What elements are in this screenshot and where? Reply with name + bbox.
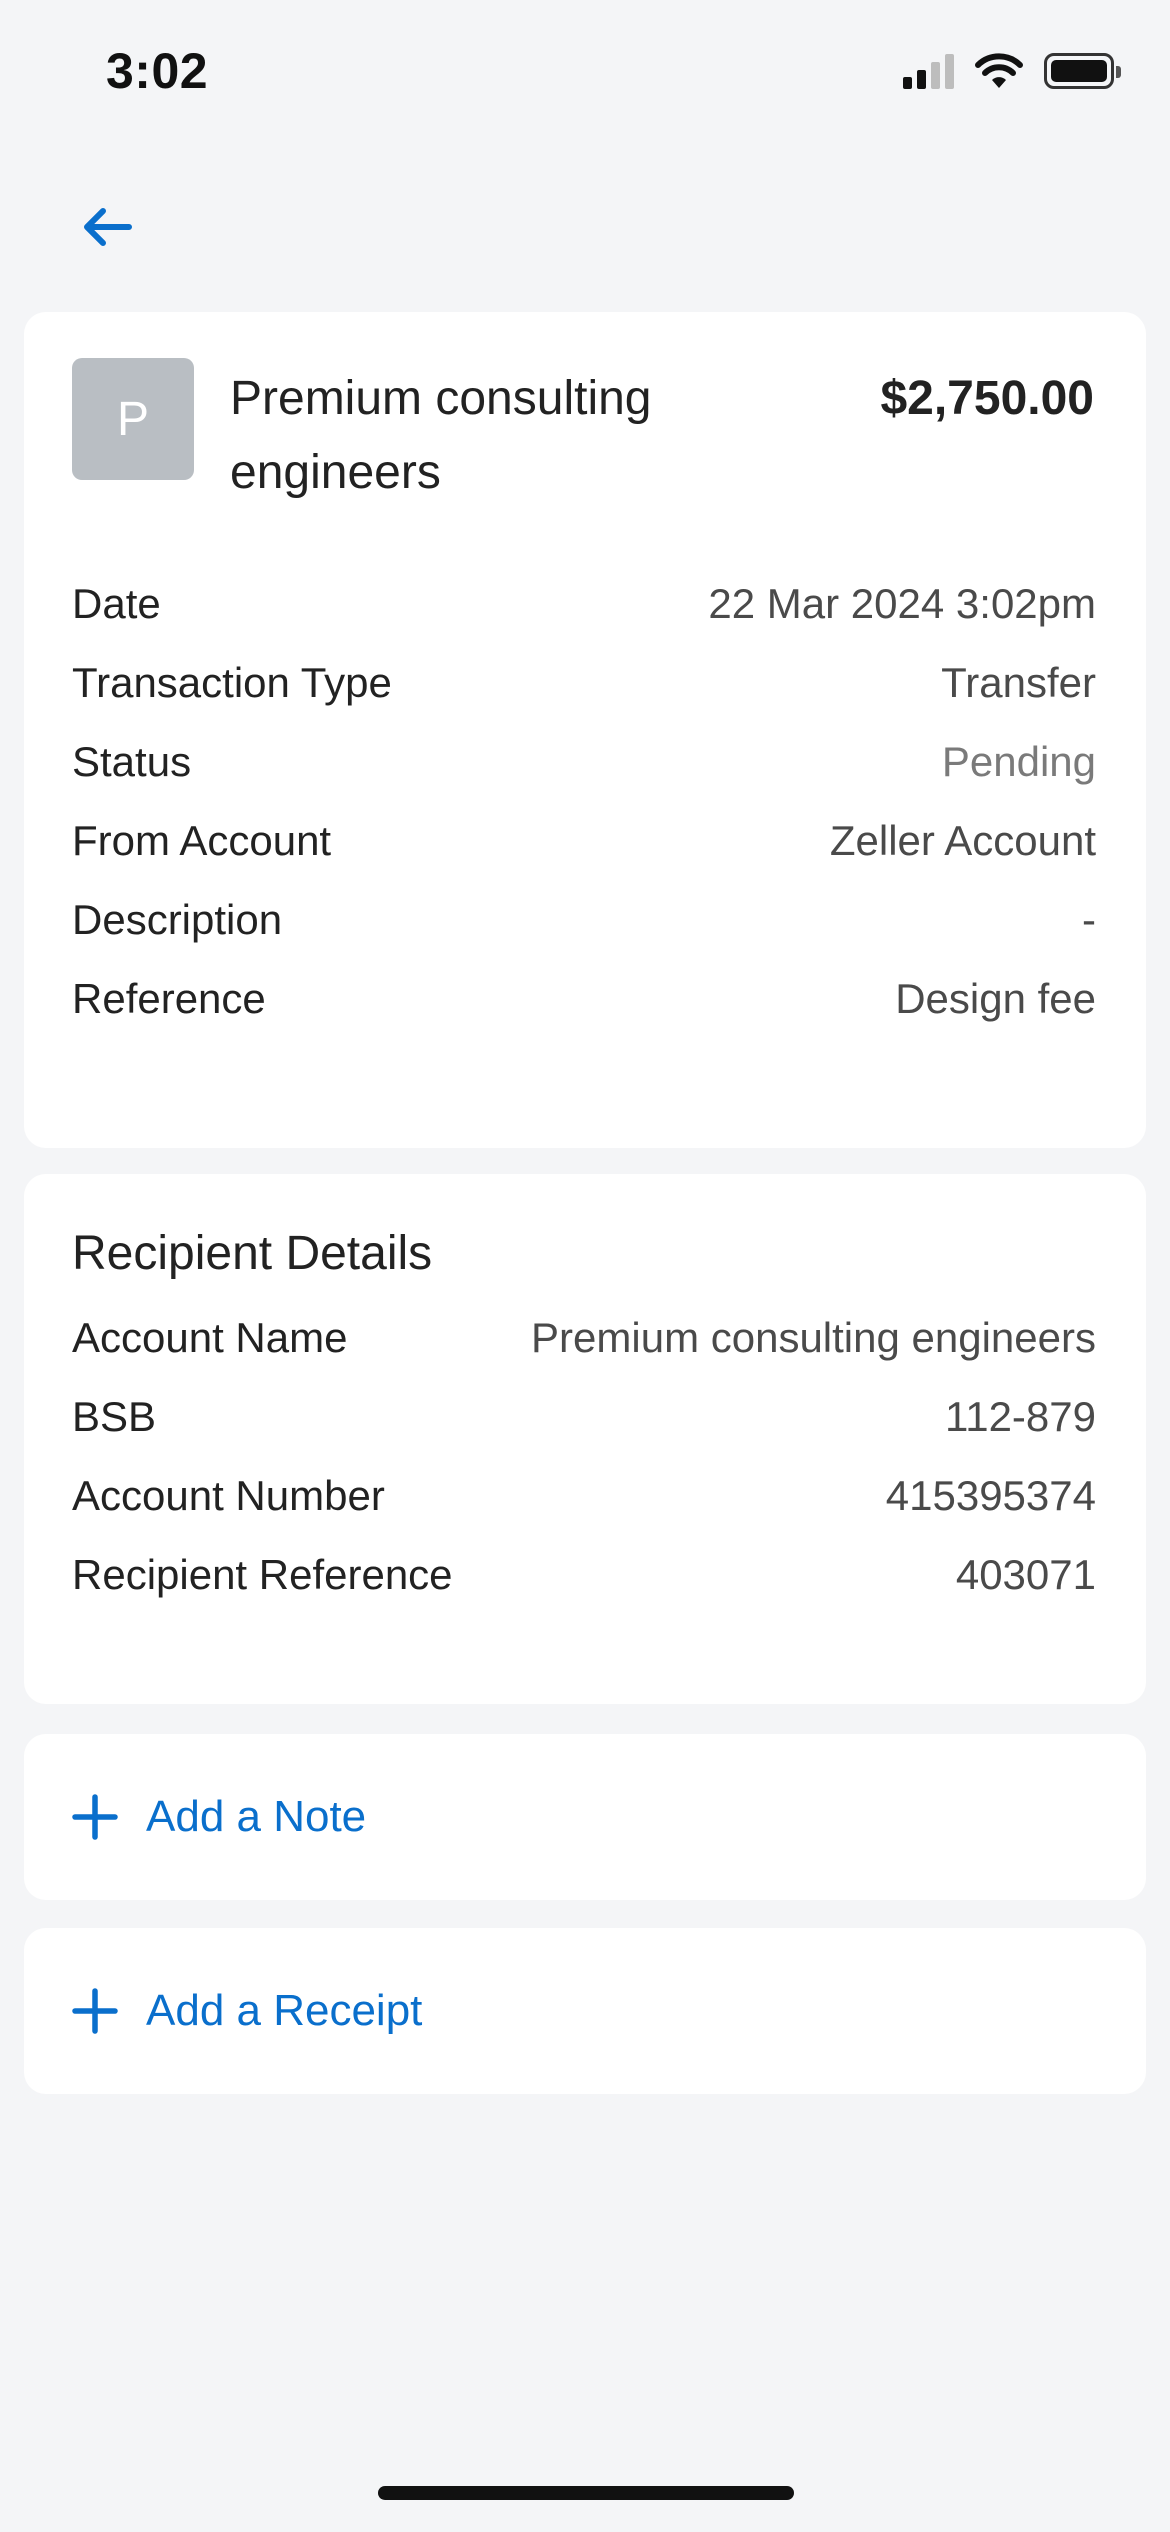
- section-title: Recipient Details: [72, 1227, 433, 1280]
- detail-label: From Account: [72, 816, 332, 864]
- avatar: P: [72, 358, 194, 480]
- add-note-label: Add a Note: [146, 1792, 367, 1841]
- status-badge: Pending: [941, 737, 1096, 785]
- detail-value: 415395374: [885, 1471, 1096, 1519]
- add-receipt-label: Add a Receipt: [146, 1986, 423, 2035]
- merchant-name: Premium consulting engineers: [230, 372, 652, 499]
- transaction-details: Date 22 Mar 2024 3:02pm Transaction Type…: [72, 564, 1096, 1038]
- arrow-left-icon: [84, 208, 132, 246]
- detail-row-status: Status Pending: [72, 722, 1096, 801]
- detail-row-date: Date 22 Mar 2024 3:02pm: [72, 564, 1096, 643]
- transaction-card: P Premium consulting engineers $2,750.00…: [24, 312, 1146, 1148]
- detail-value: 112-879: [944, 1392, 1096, 1440]
- add-receipt-button[interactable]: Add a Receipt: [72, 1928, 422, 2094]
- detail-row-account-name: Account Name Premium consulting engineer…: [72, 1298, 1096, 1377]
- back-button[interactable]: [72, 192, 142, 262]
- wifi-icon: [975, 53, 1023, 88]
- add-receipt-card[interactable]: Add a Receipt: [24, 1928, 1146, 2094]
- detail-value: 403071: [955, 1550, 1096, 1598]
- plus-icon: [72, 1988, 118, 2034]
- plus-icon: [72, 1794, 118, 1840]
- recipient-details: Account Name Premium consulting engineer…: [72, 1298, 1096, 1614]
- detail-label: Reference: [72, 974, 266, 1022]
- detail-label: Transaction Type: [72, 658, 392, 706]
- detail-label: Account Number: [72, 1471, 385, 1519]
- status-icons: [903, 52, 1121, 90]
- detail-label: Recipient Reference: [72, 1550, 453, 1598]
- status-bar: 3:02: [0, 0, 1170, 150]
- transaction-amount: $2,750.00: [880, 372, 1094, 425]
- detail-row-account-number: Account Number 415395374: [72, 1456, 1096, 1535]
- detail-value: Premium consulting engineers: [531, 1313, 1096, 1361]
- detail-label: Description: [72, 895, 283, 943]
- detail-label: Account Name: [72, 1313, 348, 1361]
- detail-row-transaction-type: Transaction Type Transfer: [72, 643, 1096, 722]
- add-note-card[interactable]: Add a Note: [24, 1734, 1146, 1900]
- status-time: 3:02: [106, 43, 209, 99]
- detail-value: Transfer: [941, 658, 1096, 706]
- recipient-card: Recipient Details Account Name Premium c…: [24, 1174, 1146, 1704]
- detail-label: Date: [72, 579, 161, 627]
- detail-row-reference: Reference Design fee: [72, 959, 1096, 1038]
- detail-row-from-account: From Account Zeller Account: [72, 801, 1096, 880]
- detail-row-description: Description -: [72, 880, 1096, 959]
- detail-row-recipient-reference: Recipient Reference 403071: [72, 1535, 1096, 1614]
- detail-value: 22 Mar 2024 3:02pm: [708, 579, 1096, 627]
- detail-value: Zeller Account: [829, 816, 1096, 864]
- add-note-button[interactable]: Add a Note: [72, 1734, 366, 1900]
- detail-label: Status: [72, 737, 192, 785]
- detail-row-bsb: BSB 112-879: [72, 1377, 1096, 1456]
- detail-value: -: [1082, 895, 1096, 943]
- detail-value: Design fee: [895, 974, 1096, 1022]
- detail-label: BSB: [72, 1392, 157, 1440]
- home-indicator[interactable]: [378, 2486, 794, 2500]
- cellular-signal-icon: [903, 53, 954, 89]
- battery-icon: [1044, 53, 1121, 89]
